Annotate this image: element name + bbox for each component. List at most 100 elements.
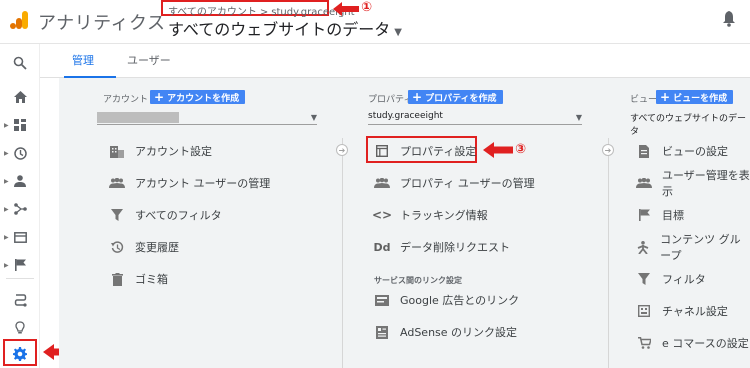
admin-tabs: 管理 ユーザー — [40, 44, 750, 78]
plus-icon: + — [412, 90, 423, 104]
view-selector-label: すべてのウェブサイトのデータ — [168, 20, 391, 39]
account-user-management-link[interactable]: アカウント ユーザーの管理 — [109, 173, 270, 193]
data-deletion-label: データ削除リクエスト — [400, 241, 510, 254]
view-filters-link[interactable]: フィルタ — [636, 269, 706, 289]
gear-icon — [13, 347, 27, 361]
ads-icon — [374, 292, 390, 308]
change-history-label: 変更履歴 — [135, 241, 179, 254]
ecommerce-settings-label: e コマースの設定 — [662, 337, 749, 350]
behavior-nav-button[interactable]: ▶ — [0, 224, 40, 250]
analytics-logo-icon — [10, 11, 28, 29]
expand-arrow-icon: ▶ — [4, 177, 9, 185]
content-grouping-link[interactable]: コンテンツ グループ — [636, 233, 750, 262]
view-settings-link[interactable]: ビューの設定 — [636, 141, 728, 161]
acquisition-nav-button[interactable]: ▶ — [0, 196, 40, 222]
app-title: アナリティクス — [38, 13, 166, 34]
create-account-button[interactable]: + アカウントを作成 — [150, 90, 246, 104]
channel-settings-link[interactable]: チャネル設定 — [636, 301, 728, 321]
doc-icon — [636, 143, 652, 159]
realtime-nav-button[interactable]: ▶ — [0, 140, 40, 166]
trash-label: ゴミ箱 — [135, 273, 168, 286]
attribution-icon — [14, 293, 27, 307]
view-filters-label: フィルタ — [662, 273, 706, 286]
dashboard-icon — [14, 119, 26, 131]
goals-label: 目標 — [662, 209, 684, 222]
property-settings-label: プロパティ設定 — [400, 145, 477, 158]
view-column-heading: ビュー — [630, 95, 658, 105]
account-settings-link[interactable]: アカウント設定 — [109, 141, 212, 161]
content-grouping-label: コンテンツ グループ — [660, 233, 741, 262]
people-icon — [636, 175, 652, 191]
view-settings-label: ビューの設定 — [662, 145, 728, 158]
view-user-management-link[interactable]: ユーザー管理を表示 — [636, 169, 750, 198]
behavior-icon — [13, 231, 27, 243]
column-divider — [342, 138, 343, 368]
search-nav-button[interactable] — [0, 50, 40, 76]
home-nav-button[interactable] — [0, 84, 40, 110]
property-dropdown-value: study.graceeight — [368, 111, 443, 121]
attribution-nav-button[interactable] — [0, 287, 40, 313]
annotation-arrow-1-icon — [333, 2, 359, 16]
create-account-label: アカウントを作成 — [167, 94, 240, 104]
people-icon — [374, 175, 390, 191]
adsense-link[interactable]: AdSense のリンク設定 — [374, 322, 517, 342]
adsense-icon — [374, 324, 390, 340]
trash-icon — [109, 271, 125, 287]
admin-nav-button[interactable] — [0, 341, 40, 367]
code-icon: <> — [371, 208, 393, 222]
left-nav: ▶ ▶ ▶ ▶ ▶ ▶ — [0, 44, 40, 368]
bell-icon[interactable] — [722, 11, 736, 27]
google-ads-link[interactable]: Google 広告とのリンク — [374, 290, 519, 310]
goals-link[interactable]: 目標 — [636, 205, 684, 225]
nav-divider — [6, 278, 34, 279]
create-property-button[interactable]: + プロパティを作成 — [408, 90, 503, 104]
all-filters-link[interactable]: すべてのフィルタ — [109, 205, 222, 225]
trash-link[interactable]: ゴミ箱 — [109, 269, 168, 289]
property-dropdown[interactable]: study.graceeight ▼ — [368, 111, 582, 125]
property-settings-link[interactable]: プロパティ設定 — [374, 141, 476, 161]
account-dropdown[interactable]: ▼ — [97, 111, 317, 125]
admin-panel: アカウント + アカウントを作成 ▼ アカウント設定 アカウント ユーザーの管理 … — [59, 78, 750, 368]
analytics-admin-screen: アナリティクス すべてのアカウント > study.graceeight すべてのウ… — [0, 0, 750, 368]
cart-icon — [636, 335, 652, 351]
column-arrow-icon: ➔ — [336, 144, 348, 156]
breadcrumb[interactable]: すべてのアカウント > study.graceeight — [165, 3, 358, 18]
property-user-management-label: プロパティ ユーザーの管理 — [400, 177, 535, 190]
view-selector[interactable]: すべてのウェブサイトのデータ ▼ — [168, 16, 402, 40]
annotation-step-3: ③ — [515, 142, 527, 157]
account-column: アカウント + アカウントを作成 ▼ アカウント設定 アカウント ユーザーの管理 … — [97, 78, 327, 368]
create-view-button[interactable]: + ビューを作成 — [656, 90, 734, 104]
filter-icon — [109, 207, 125, 223]
audience-nav-button[interactable]: ▶ — [0, 168, 40, 194]
conversions-nav-button[interactable]: ▶ — [0, 252, 40, 278]
property-column-heading: プロパティ — [368, 95, 413, 105]
filter-icon — [636, 271, 652, 287]
tracking-info-link[interactable]: <> トラッキング情報 — [371, 205, 488, 225]
change-history-link[interactable]: 変更履歴 — [109, 237, 179, 257]
history-icon — [109, 239, 125, 255]
channel-settings-label: チャネル設定 — [662, 305, 728, 318]
tab-user[interactable]: ユーザー — [127, 52, 171, 68]
product-linking-heading: サービス間のリンク設定 — [374, 276, 462, 285]
column-arrow-icon: ➔ — [602, 144, 614, 156]
account-settings-label: アカウント設定 — [135, 145, 212, 158]
create-property-label: プロパティを作成 — [425, 94, 497, 104]
window-icon — [374, 143, 390, 159]
clock-icon — [13, 146, 27, 160]
ecommerce-settings-link[interactable]: e コマースの設定 — [636, 333, 749, 353]
people-icon — [109, 175, 125, 191]
view-user-management-label: ユーザー管理を表示 — [662, 169, 750, 198]
acquisition-icon — [13, 203, 27, 215]
view-dropdown[interactable]: すべてのウェブサイトのデータ — [630, 111, 750, 137]
property-user-management-link[interactable]: プロパティ ユーザーの管理 — [374, 173, 535, 193]
home-icon — [13, 91, 27, 103]
create-view-label: ビューを作成 — [673, 94, 728, 104]
account-user-management-label: アカウント ユーザーの管理 — [135, 177, 271, 190]
customization-nav-button[interactable]: ▶ — [0, 112, 40, 138]
expand-arrow-icon: ▶ — [4, 205, 9, 213]
tab-admin[interactable]: 管理 — [72, 52, 94, 68]
data-deletion-link[interactable]: Dd データ削除リクエスト — [374, 237, 511, 257]
discover-nav-button[interactable] — [0, 315, 40, 341]
plus-icon: + — [154, 90, 165, 104]
top-bar: アナリティクス すべてのアカウント > study.graceeight すべてのウ… — [0, 0, 750, 44]
